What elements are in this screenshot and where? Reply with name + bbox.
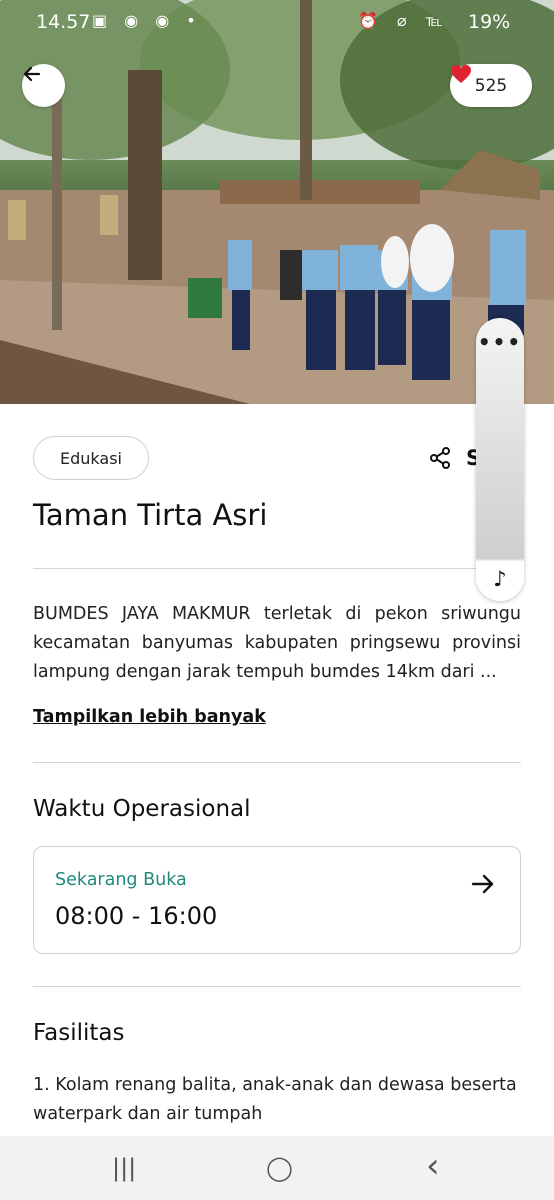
- divider: [33, 568, 521, 569]
- music-note-icon[interactable]: ♪: [476, 567, 524, 591]
- status-time: 14.57: [36, 11, 91, 33]
- home-icon[interactable]: ◯: [266, 1154, 293, 1182]
- back-button[interactable]: [22, 64, 65, 107]
- floating-side-panel[interactable]: ••• ♪: [476, 318, 524, 601]
- like-button[interactable]: 525: [450, 64, 532, 107]
- hero-image: 14.57 ▣ ◉ ◉ • ⏰ ⌀ ℡ 19% 525: [0, 0, 554, 404]
- facility-item: 1. Kolam renang balita, anak-anak dan de…: [33, 1075, 517, 1124]
- status-bar: 14.57 ▣ ◉ ◉ • ⏰ ⌀ ℡ 19%: [0, 0, 554, 42]
- notification-icons: ▣ ◉ ◉ •: [92, 11, 202, 30]
- facilities-section-title: Fasilitas: [33, 1020, 125, 1046]
- place-title: Taman Tirta Asri: [33, 498, 268, 532]
- opening-hours: 08:00 - 16:00: [55, 902, 218, 930]
- battery-level: 19%: [468, 11, 511, 33]
- more-menu-icon[interactable]: •••: [476, 330, 524, 354]
- arrow-right-icon: [471, 874, 494, 894]
- show-more-link[interactable]: Tampilkan lebih banyak: [33, 707, 266, 727]
- recent-apps-icon[interactable]: |||: [112, 1154, 136, 1182]
- place-description: BUMDES JAYA MAKMUR terletak di pekon sri…: [33, 604, 521, 682]
- arrow-left-icon: [23, 66, 41, 82]
- category-chip[interactable]: Edukasi: [33, 436, 149, 480]
- divider: [33, 986, 521, 987]
- like-count: 525: [474, 75, 508, 96]
- hours-card[interactable]: Sekarang Buka 08:00 - 16:00: [33, 846, 521, 954]
- heart-icon: [451, 65, 471, 83]
- share-icon: [430, 447, 450, 469]
- divider: [33, 762, 521, 763]
- system-navigation-bar: ||| ◯ ‹: [0, 1136, 554, 1200]
- hours-section-title: Waktu Operasional: [33, 796, 251, 822]
- hero-illustration: [0, 0, 554, 404]
- open-status: Sekarang Buka: [55, 870, 187, 890]
- system-status-icons: ⏰ ⌀ ℡: [358, 11, 450, 30]
- nav-back-icon[interactable]: ‹: [426, 1146, 440, 1186]
- share-button[interactable]: S: [428, 446, 481, 470]
